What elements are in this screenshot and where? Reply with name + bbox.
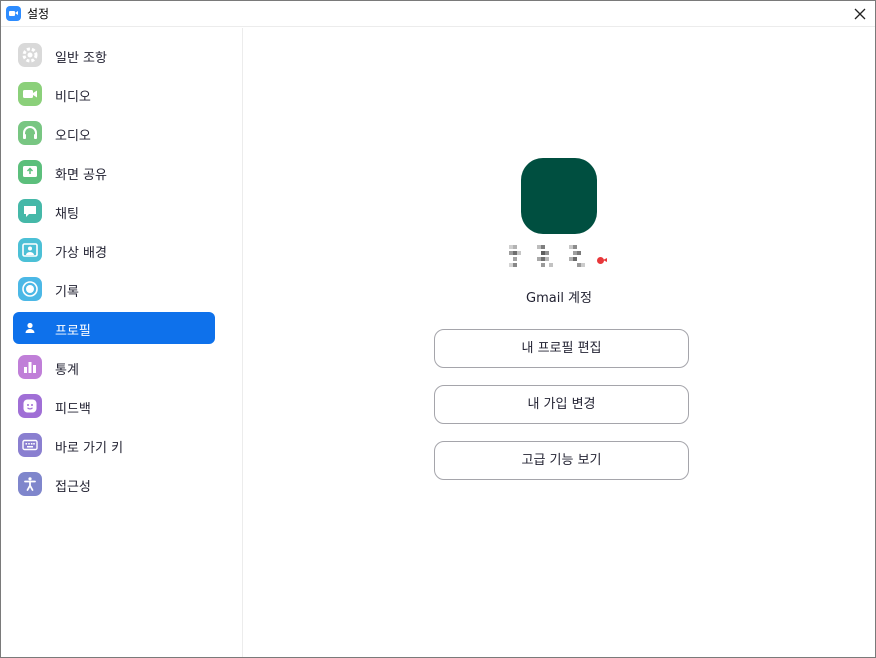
settings-sidebar: 일반 조항 비디오 오디오 화면 공유 채팅 가상 배경 기록 프로필 통계 피… [1, 28, 243, 657]
sidebar-item-label: 피드백 [55, 402, 91, 417]
user-name-blurred [509, 243, 609, 271]
sidebar-item-label: 화면 공유 [55, 168, 107, 183]
sidebar-item-label: 접근성 [55, 480, 91, 495]
close-icon [854, 8, 866, 20]
sidebar-item-virtual-background[interactable]: 가상 배경 [13, 234, 215, 266]
sidebar-item-label: 오디오 [55, 129, 91, 144]
keyboard-icon [18, 433, 42, 457]
accessibility-icon [18, 472, 42, 496]
share-screen-icon [18, 160, 42, 184]
sidebar-item-profile[interactable]: 프로필 [13, 312, 215, 344]
sidebar-item-keyboard-shortcuts[interactable]: 바로 가기 키 [13, 429, 215, 461]
profile-panel: Gmail 계정 내 프로필 편집 내 가입 변경 고급 기능 보기 [243, 28, 875, 657]
sidebar-item-accessibility[interactable]: 접근성 [13, 468, 215, 500]
sidebar-item-feedback[interactable]: 피드백 [13, 390, 215, 422]
close-button[interactable] [845, 1, 875, 27]
sidebar-item-statistics[interactable]: 통계 [13, 351, 215, 383]
sidebar-item-label: 채팅 [55, 207, 79, 222]
sidebar-item-general[interactable]: 일반 조항 [13, 39, 215, 71]
sidebar-item-label: 비디오 [55, 90, 91, 105]
account-type-label: Gmail 계정 [526, 291, 592, 306]
sidebar-item-label: 통계 [55, 363, 79, 378]
video-camera-icon [18, 82, 42, 106]
bar-chart-icon [18, 355, 42, 379]
sidebar-item-video[interactable]: 비디오 [13, 78, 215, 110]
smiley-icon [18, 394, 42, 418]
person-icon [18, 316, 42, 340]
zoom-app-icon [6, 6, 21, 21]
settings-window: 설정 일반 조항 비디오 오디오 화면 공유 채팅 가상 배경 기록 프로필 통… [0, 0, 876, 658]
sidebar-item-label: 일반 조항 [55, 51, 107, 66]
edit-profile-button[interactable]: 내 프로필 편집 [434, 329, 689, 368]
record-icon [18, 277, 42, 301]
advanced-features-button[interactable]: 고급 기능 보기 [434, 441, 689, 480]
sidebar-item-recording[interactable]: 기록 [13, 273, 215, 305]
title-bar: 설정 [1, 1, 875, 27]
sidebar-item-label: 바로 가기 키 [55, 441, 124, 456]
chat-bubble-icon [18, 199, 42, 223]
sidebar-item-share-screen[interactable]: 화면 공유 [13, 156, 215, 188]
headphones-icon [18, 121, 42, 145]
virtual-background-icon [18, 238, 42, 262]
window-title: 설정 [27, 7, 50, 21]
sidebar-item-label: 가상 배경 [55, 246, 107, 261]
change-plan-button[interactable]: 내 가입 변경 [434, 385, 689, 424]
sidebar-item-label: 프로필 [55, 324, 91, 339]
sidebar-item-label: 기록 [55, 285, 79, 300]
sidebar-item-chat[interactable]: 채팅 [13, 195, 215, 227]
sidebar-item-audio[interactable]: 오디오 [13, 117, 215, 149]
gear-icon [18, 43, 42, 67]
avatar[interactable] [521, 158, 597, 234]
